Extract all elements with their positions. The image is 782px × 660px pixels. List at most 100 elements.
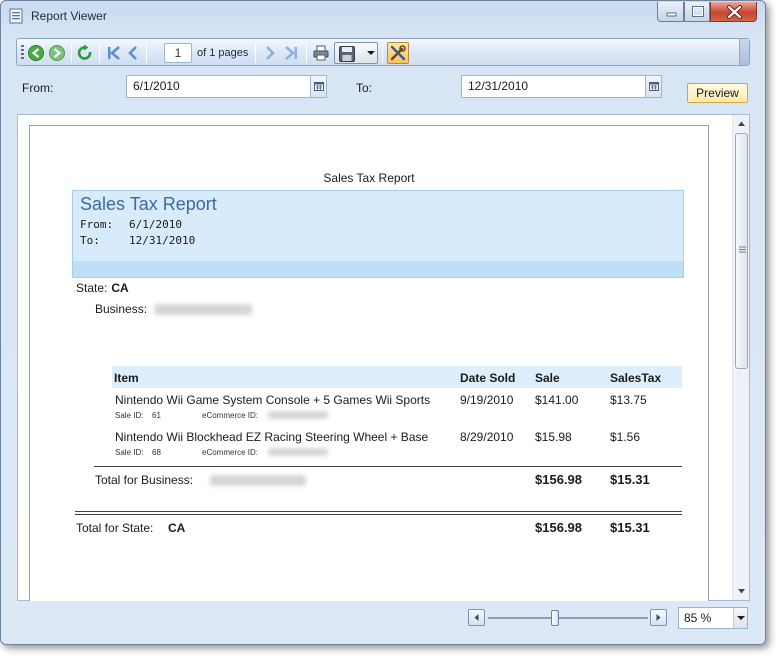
- window-title: Report Viewer: [31, 9, 107, 23]
- zoom-out-button[interactable]: [468, 609, 485, 626]
- toolbar-separator: [255, 43, 256, 63]
- page-number-input[interactable]: 1: [164, 43, 192, 63]
- row-date-sold: 9/19/2010: [460, 393, 514, 407]
- report-view[interactable]: Sales Tax Report Sales Tax Report From: …: [17, 114, 750, 601]
- preview-button[interactable]: Preview: [687, 83, 748, 103]
- toolbar-separator: [146, 43, 147, 63]
- row-sale-id-label: Sale ID:: [115, 448, 144, 457]
- business-total-tax: $15.31: [610, 472, 650, 487]
- zoom-thumb[interactable]: [551, 610, 559, 626]
- to-label: To:: [356, 81, 373, 95]
- minimize-button[interactable]: [657, 2, 684, 22]
- refresh-icon[interactable]: [76, 43, 94, 63]
- grip-icon: [739, 246, 746, 253]
- print-icon[interactable]: [312, 43, 330, 63]
- chevron-left-icon: [474, 614, 479, 621]
- state-total-rule: [75, 514, 682, 515]
- forward-icon[interactable]: [48, 43, 66, 63]
- zoom-slider[interactable]: [468, 609, 668, 627]
- ecommerce-id-redacted: [268, 448, 328, 456]
- header-from-label: From:: [80, 218, 114, 231]
- state-value: CA: [111, 281, 129, 295]
- save-icon: [339, 46, 355, 62]
- report-icon: [9, 8, 23, 24]
- vertical-scrollbar[interactable]: [732, 115, 749, 600]
- state-total-sale: $156.98: [535, 520, 582, 535]
- business-total-rule: [94, 466, 682, 467]
- to-calendar-button[interactable]: [645, 76, 661, 97]
- column-sale: Sale: [535, 371, 560, 385]
- previous-page-icon[interactable]: [125, 43, 141, 63]
- header-strip: [73, 261, 683, 277]
- tools-button[interactable]: [387, 42, 409, 64]
- report-header: Sales Tax Report From: 6/1/2010 To: 12/3…: [72, 190, 684, 278]
- scroll-down-icon[interactable]: [733, 583, 750, 600]
- save-button[interactable]: [334, 42, 378, 64]
- page-count-label: of 1 pages: [197, 47, 249, 59]
- minimize-icon: [666, 12, 677, 17]
- scroll-up-icon[interactable]: [733, 115, 750, 132]
- toolbar-overflow-button[interactable]: [739, 39, 749, 65]
- row-sale-id-label: Sale ID:: [115, 411, 144, 420]
- state-total-value: CA: [168, 521, 186, 535]
- row-sale-id: 61: [152, 411, 161, 420]
- next-page-icon[interactable]: [262, 43, 278, 63]
- column-date-sold: Date Sold: [460, 371, 516, 385]
- report-title: Sales Tax Report: [80, 194, 217, 214]
- row-item: Nintendo Wii Game System Console + 5 Gam…: [115, 393, 431, 407]
- calendar-icon: [649, 82, 659, 91]
- close-icon: [727, 5, 742, 19]
- from-date-field[interactable]: 6/1/2010: [126, 75, 327, 98]
- title-bar[interactable]: Report Viewer: [1, 1, 765, 31]
- business-group-header: Business:: [95, 302, 253, 316]
- report-viewer-window: Report Viewer 1 of 1 pages From: 6/1/201…: [0, 0, 766, 645]
- chevron-right-icon: [656, 614, 661, 621]
- state-total-tax: $15.31: [610, 520, 650, 535]
- zoom-dropdown-button[interactable]: [733, 608, 747, 628]
- to-date-field[interactable]: 12/31/2010: [461, 75, 662, 98]
- report-toolbar: 1 of 1 pages: [16, 38, 750, 66]
- toolbar-separator: [306, 43, 307, 63]
- state-total-label: Total for State:: [76, 521, 154, 535]
- zoom-track[interactable]: [488, 617, 648, 619]
- row-date-sold: 8/29/2010: [460, 430, 514, 444]
- close-button[interactable]: [710, 2, 757, 22]
- row-sale: $15.98: [535, 430, 572, 444]
- chevron-down-icon: [367, 51, 375, 55]
- business-label: Business:: [95, 302, 148, 316]
- chevron-down-icon: [737, 616, 745, 620]
- from-date-value: 6/1/2010: [133, 79, 180, 93]
- zoom-level-select[interactable]: 85 %: [678, 607, 748, 629]
- state-label: State:: [76, 281, 108, 295]
- business-name-redacted: [154, 304, 253, 316]
- report-page-heading: Sales Tax Report: [323, 171, 415, 185]
- state-group-header: State: CA: [76, 281, 129, 295]
- row-item: Nintendo Wii Blockhead EZ Racing Steerin…: [115, 430, 429, 444]
- toolbar-grip[interactable]: [21, 45, 24, 61]
- column-sales-tax: SalesTax: [610, 371, 662, 385]
- zoom-in-button[interactable]: [650, 609, 667, 626]
- scrollbar-thumb[interactable]: [735, 133, 748, 369]
- row-sales-tax: $13.75: [610, 393, 647, 407]
- back-icon[interactable]: [27, 43, 45, 63]
- maximize-icon: [692, 6, 704, 17]
- toolbar-separator: [382, 43, 383, 63]
- report-page: Sales Tax Report Sales Tax Report From: …: [29, 125, 709, 601]
- first-page-icon[interactable]: [105, 43, 123, 63]
- row-ecommerce-label: eCommerce ID:: [202, 411, 259, 420]
- table-header: Item Date Sold Sale SalesTax: [112, 366, 682, 388]
- zoom-level-value: 85 %: [684, 611, 712, 625]
- maximize-button[interactable]: [684, 2, 710, 22]
- state-total-rule: [75, 511, 682, 512]
- row-sales-tax: $1.56: [610, 430, 641, 444]
- row-ecommerce-label: eCommerce ID:: [202, 448, 259, 457]
- toolbar-separator: [71, 43, 72, 63]
- toolbar-separator: [99, 43, 100, 63]
- row-sale: $141.00: [535, 393, 579, 407]
- column-item: Item: [114, 371, 139, 385]
- business-total-name-redacted: [210, 475, 306, 486]
- header-from-value: 6/1/2010: [129, 218, 182, 231]
- last-page-icon[interactable]: [282, 43, 300, 63]
- header-to-label: To:: [80, 234, 100, 247]
- from-calendar-button[interactable]: [310, 76, 326, 97]
